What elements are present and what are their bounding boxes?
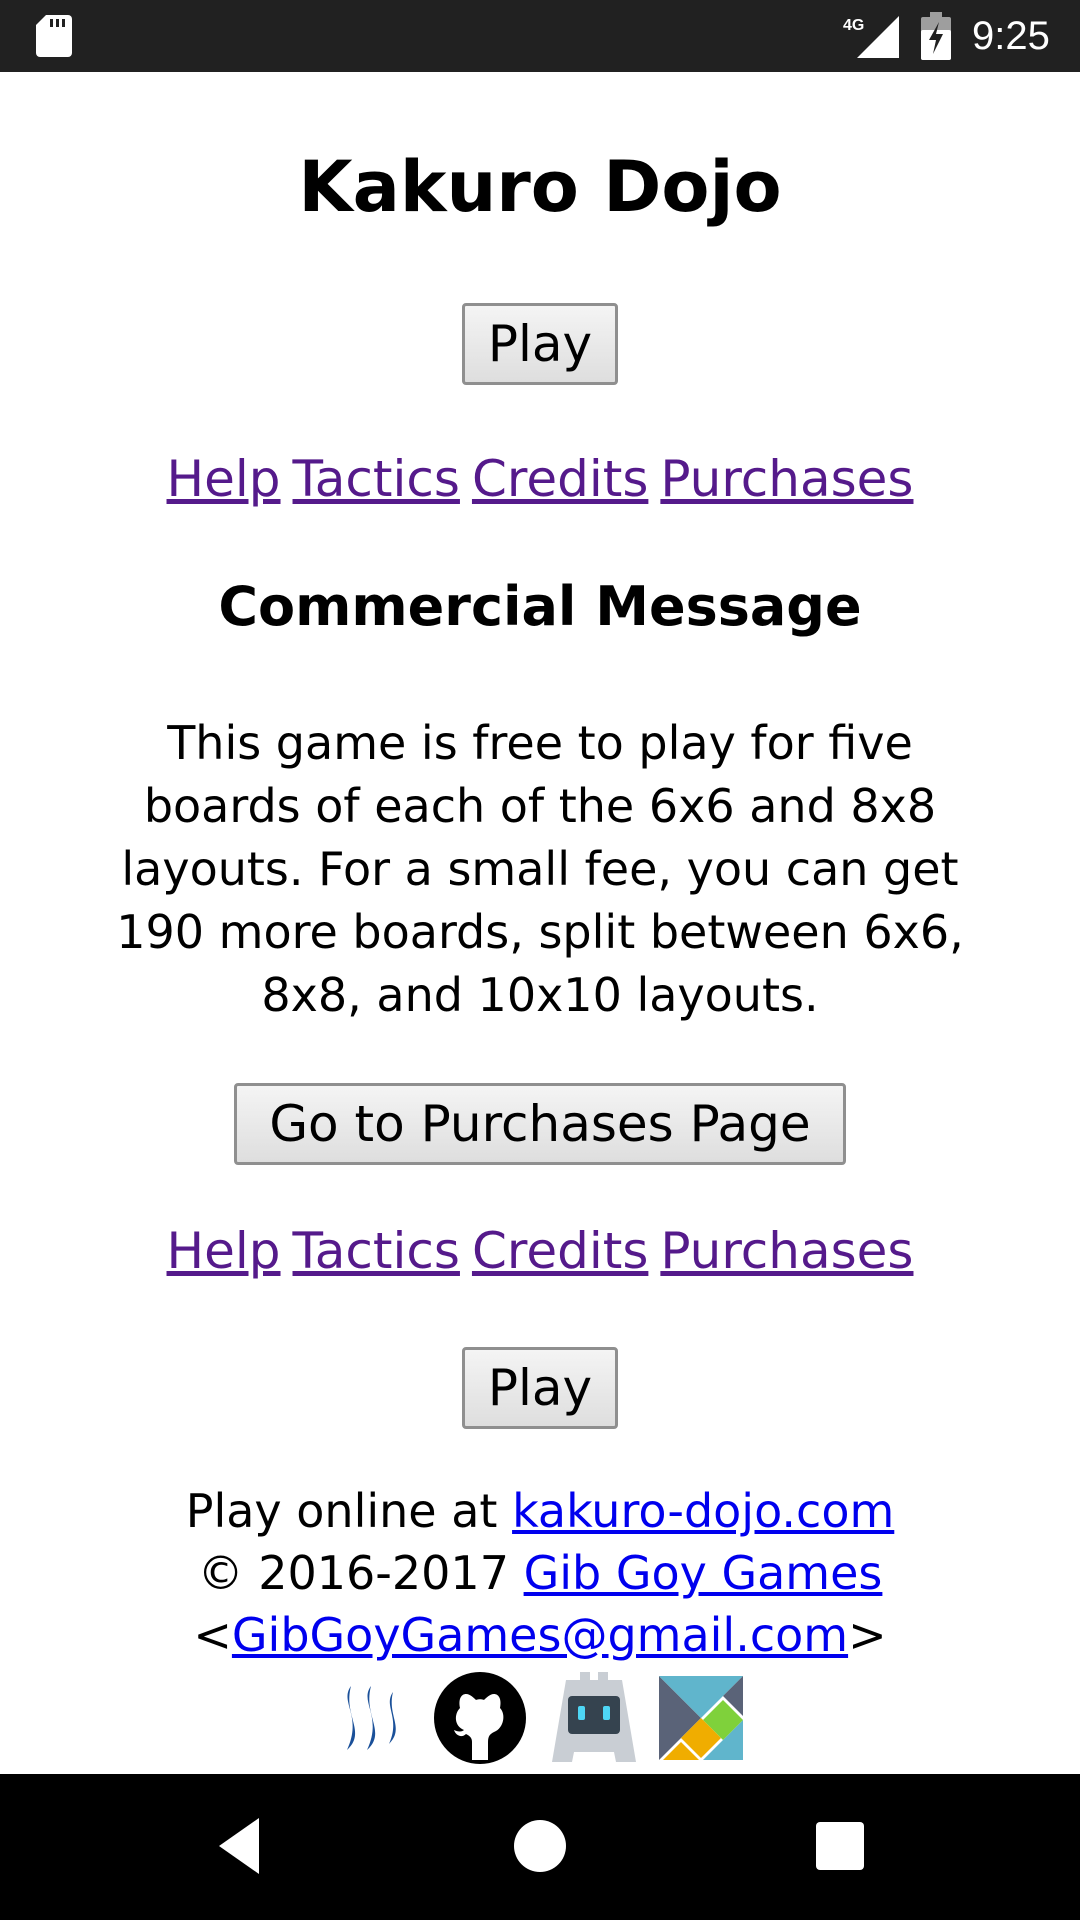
battery-charging-icon	[921, 12, 951, 60]
footer: Play online at kakuro-dojo.com © 2016-20…	[0, 1480, 1080, 1666]
email-close-bracket: >	[848, 1608, 887, 1662]
purchases-link[interactable]: Purchases	[660, 450, 913, 508]
help-link[interactable]: Help	[167, 1222, 281, 1280]
back-icon[interactable]	[211, 1814, 275, 1878]
copyright-text: © 2016-2017	[197, 1546, 509, 1600]
recent-apps-icon[interactable]	[808, 1814, 872, 1878]
nav-links-top: Help Tactics Credits Purchases	[0, 448, 1080, 510]
status-bar: 4G 9:25	[0, 0, 1080, 72]
email-line: <GibGoyGames@gmail.com>	[0, 1604, 1080, 1666]
play-online-line: Play online at kakuro-dojo.com	[0, 1480, 1080, 1542]
logo-row	[0, 1670, 1080, 1770]
email-open-bracket: <	[193, 1608, 232, 1662]
company-link[interactable]: Gib Goy Games	[524, 1546, 883, 1600]
purchases-link[interactable]: Purchases	[660, 1222, 913, 1280]
play-online-text: Play online at	[185, 1484, 498, 1538]
tactics-link[interactable]: Tactics	[293, 1222, 460, 1280]
page-title: Kakuro Dojo	[298, 146, 782, 228]
email-link[interactable]: GibGoyGames@gmail.com	[232, 1608, 848, 1662]
go-to-purchases-button[interactable]: Go to Purchases Page	[234, 1083, 846, 1165]
github-logo[interactable]	[432, 1670, 528, 1766]
sd-card-icon	[36, 15, 72, 57]
network-type-label: 4G	[843, 17, 864, 34]
navigation-bar	[0, 1774, 1080, 1920]
commercial-message: This game is free to play for five board…	[116, 716, 964, 1022]
credits-link[interactable]: Credits	[472, 1222, 648, 1280]
signal-icon: 4G	[843, 16, 899, 58]
credits-link[interactable]: Credits	[472, 450, 648, 508]
main-content: Kakuro Dojo Play Help Tactics Credits Purch…	[0, 72, 1080, 1774]
cordova-logo[interactable]	[546, 1670, 642, 1766]
steem-logo[interactable]	[337, 1682, 415, 1754]
copyright-line: © 2016-2017 Gib Goy Games	[0, 1542, 1080, 1604]
play-button-bottom[interactable]: Play	[462, 1347, 618, 1429]
nav-links-bottom: Help Tactics Credits Purchases	[0, 1220, 1080, 1282]
site-link[interactable]: kakuro-dojo.com	[512, 1484, 894, 1538]
tactics-link[interactable]: Tactics	[293, 450, 460, 508]
commercial-heading: Commercial Message	[218, 575, 862, 638]
elm-logo[interactable]	[658, 1676, 743, 1760]
help-link[interactable]: Help	[167, 450, 281, 508]
home-icon[interactable]	[508, 1814, 572, 1878]
status-time: 9:25	[972, 14, 1050, 58]
play-button-top[interactable]: Play	[462, 303, 618, 385]
